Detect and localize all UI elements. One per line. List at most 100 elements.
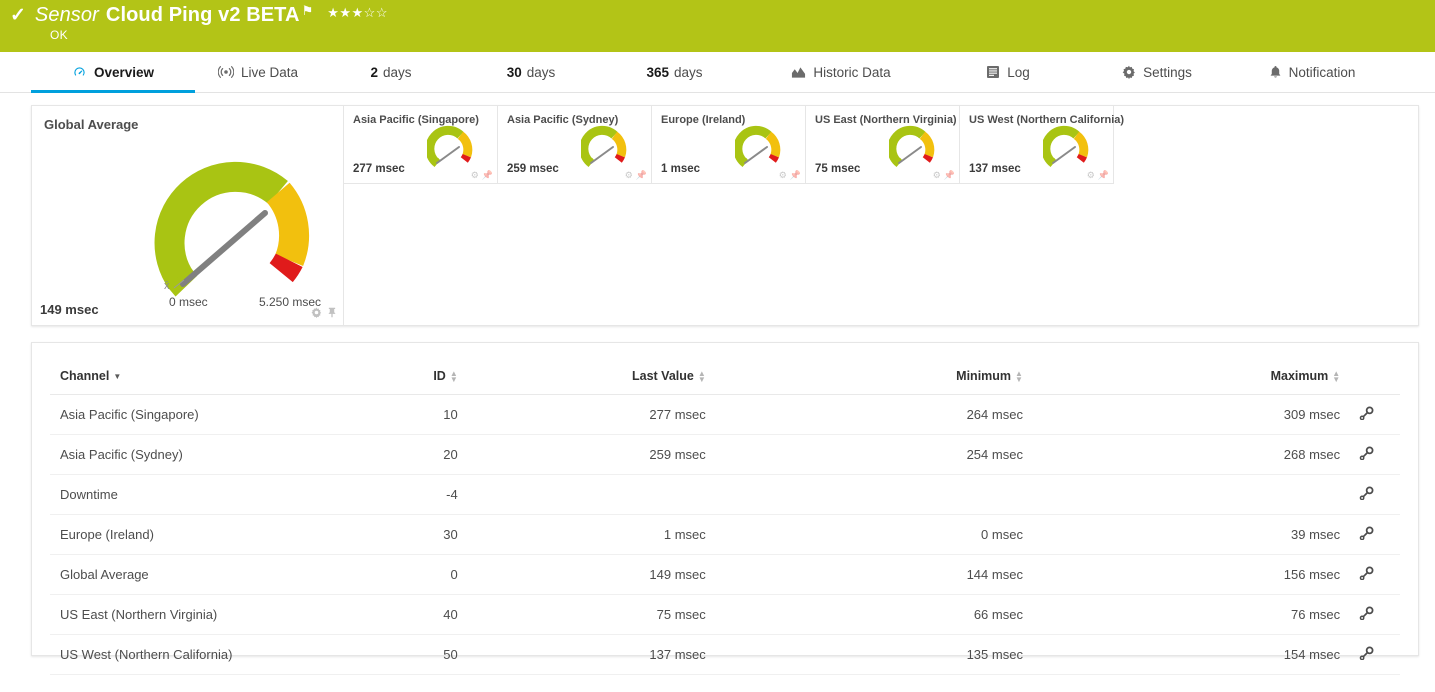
channel-settings-icon[interactable] xyxy=(1359,566,1375,583)
cell-actions[interactable] xyxy=(1340,475,1400,515)
tab-log-label: Log xyxy=(1007,65,1030,80)
cell-id: 30 xyxy=(349,515,458,555)
channel-settings-icon[interactable] xyxy=(1359,646,1375,663)
tab-overview-label: Overview xyxy=(94,65,154,80)
gauge-icon xyxy=(72,65,87,80)
column-header-id[interactable]: ID ▲▼ xyxy=(349,369,458,395)
cell-last-value: 149 msec xyxy=(458,555,706,595)
small-gauge-tools: ⚙ 📌 xyxy=(933,170,955,181)
tab-settings[interactable]: Settings xyxy=(1082,52,1232,92)
pin-icon[interactable]: 📌 xyxy=(790,170,801,181)
cell-channel: Asia Pacific (Sydney) xyxy=(50,435,349,475)
cell-channel: US West (Northern California) xyxy=(50,635,349,675)
small-gauge-asia-pacific-sydney[interactable]: Asia Pacific (Sydney) 259 msec ⚙ 📌 xyxy=(498,106,652,184)
table-row[interactable]: Europe (Ireland) 30 1 msec 0 msec 39 mse… xyxy=(50,515,1400,555)
gear-icon[interactable]: ⚙ xyxy=(625,170,633,181)
column-header-maximum[interactable]: Maximum▲▼ xyxy=(1023,369,1340,395)
pin-icon[interactable]: 📌 xyxy=(482,170,493,181)
cell-maximum: 268 msec xyxy=(1023,435,1340,475)
tab-365-days-unit: days xyxy=(674,65,703,80)
tab-30-days[interactable]: 30 days xyxy=(461,52,601,92)
small-gauge-title: Europe (Ireland) xyxy=(661,114,745,126)
page-content: Global Average x̄ 0 xyxy=(0,93,1435,656)
cell-last-value: 259 msec xyxy=(458,435,706,475)
small-gauge-europe-ireland[interactable]: Europe (Ireland) 1 msec ⚙ 📌 xyxy=(652,106,806,184)
sort-none-icon: ▲▼ xyxy=(450,371,458,383)
cell-maximum xyxy=(1023,475,1340,515)
tab-overview[interactable]: Overview xyxy=(31,52,195,92)
cell-last-value: 75 msec xyxy=(458,595,706,635)
channel-settings-icon[interactable] xyxy=(1359,526,1375,543)
gear-icon[interactable]: ⚙ xyxy=(471,170,479,181)
gear-icon[interactable]: ⚙ xyxy=(779,170,787,181)
main-gauge-dial[interactable]: x̄ xyxy=(142,128,332,303)
cell-id: 10 xyxy=(349,395,458,435)
tab-log[interactable]: Log xyxy=(934,52,1082,92)
tab-2-days[interactable]: 2 days xyxy=(321,52,461,92)
mean-marker-label: x̄ xyxy=(164,280,170,292)
tab-historic-data[interactable]: Historic Data xyxy=(748,52,934,92)
sort-desc-icon: ▼ xyxy=(113,372,121,381)
pin-icon[interactable]: 📌 xyxy=(944,170,955,181)
cell-maximum: 39 msec xyxy=(1023,515,1340,555)
tab-365-days-number: 365 xyxy=(646,65,669,80)
table-row[interactable]: Asia Pacific (Sydney) 20 259 msec 254 ms… xyxy=(50,435,1400,475)
cell-actions[interactable] xyxy=(1340,635,1400,675)
table-header-row: Channel ▼ ID ▲▼ Last Value▲▼ Minimum▲▼ Max… xyxy=(50,369,1400,395)
channel-settings-icon[interactable] xyxy=(1359,486,1375,503)
small-gauge-value: 277 msec xyxy=(353,163,405,175)
chart-icon xyxy=(791,66,806,79)
table-row[interactable]: Downtime -4 xyxy=(50,475,1400,515)
cell-minimum: 254 msec xyxy=(706,435,1023,475)
column-header-minimum[interactable]: Minimum▲▼ xyxy=(706,369,1023,395)
pin-icon[interactable]: 📌 xyxy=(636,170,647,181)
cell-minimum: 264 msec xyxy=(706,395,1023,435)
cell-maximum: 76 msec xyxy=(1023,595,1340,635)
priority-stars[interactable]: ★★★☆☆ xyxy=(327,5,388,21)
tab-notification[interactable]: Notification xyxy=(1232,52,1392,92)
tab-live-data[interactable]: Live Data xyxy=(195,52,321,92)
cell-id: 20 xyxy=(349,435,458,475)
cell-minimum: 0 msec xyxy=(706,515,1023,555)
object-kind-label: Sensor xyxy=(35,4,99,27)
small-gauge-value: 75 msec xyxy=(815,163,860,175)
table-row[interactable]: Global Average 0 149 msec 144 msec 156 m… xyxy=(50,555,1400,595)
cell-actions[interactable] xyxy=(1340,435,1400,475)
small-gauge-us-east-northern-virginia[interactable]: US East (Northern Virginia) 75 msec ⚙ 📌 xyxy=(806,106,960,184)
cell-actions[interactable] xyxy=(1340,395,1400,435)
table-row[interactable]: Asia Pacific (Singapore) 10 277 msec 264… xyxy=(50,395,1400,435)
sensor-header-bar: ✓ Sensor Cloud Ping v2 BETA ⚑ ★★★☆☆ OK xyxy=(0,0,1435,52)
gear-icon[interactable]: ⚙ xyxy=(933,170,941,181)
cell-actions[interactable] xyxy=(1340,515,1400,555)
channels-table-body: Asia Pacific (Singapore) 10 277 msec 264… xyxy=(50,395,1400,675)
tab-365-days[interactable]: 365 days xyxy=(601,52,748,92)
gear-icon[interactable]: ⚙ xyxy=(1087,170,1095,181)
pin-icon[interactable]: 📌 xyxy=(1098,170,1109,181)
tab-historic-data-label: Historic Data xyxy=(813,65,890,80)
table-row[interactable]: US East (Northern Virginia) 40 75 msec 6… xyxy=(50,595,1400,635)
small-gauge-asia-pacific-singapore[interactable]: Asia Pacific (Singapore) 277 msec ⚙ 📌 xyxy=(344,106,498,184)
channels-table: Channel ▼ ID ▲▼ Last Value▲▼ Minimum▲▼ Max… xyxy=(50,369,1400,675)
gear-icon[interactable] xyxy=(311,307,322,321)
channel-settings-icon[interactable] xyxy=(1359,406,1375,423)
small-gauge-us-west-northern-california[interactable]: US West (Northern California) 137 msec ⚙… xyxy=(960,106,1114,184)
cell-actions[interactable] xyxy=(1340,555,1400,595)
column-header-channel-label: Channel xyxy=(60,369,109,383)
channel-settings-icon[interactable] xyxy=(1359,606,1375,623)
cell-id: 50 xyxy=(349,635,458,675)
status-badge: OK xyxy=(50,28,68,42)
log-icon xyxy=(986,65,1000,79)
small-gauge-dial xyxy=(1043,122,1095,172)
tab-2-days-number: 2 xyxy=(370,65,378,80)
cell-id: -4 xyxy=(349,475,458,515)
sensor-header-title-row: ✓ Sensor Cloud Ping v2 BETA ⚑ ★★★☆☆ xyxy=(10,0,1435,28)
column-header-id-label: ID xyxy=(433,369,446,383)
table-row[interactable]: US West (Northern California) 50 137 mse… xyxy=(50,635,1400,675)
cell-actions[interactable] xyxy=(1340,595,1400,635)
cell-id: 0 xyxy=(349,555,458,595)
flag-icon[interactable]: ⚑ xyxy=(302,3,314,19)
column-header-last-value[interactable]: Last Value▲▼ xyxy=(458,369,706,395)
pin-icon[interactable] xyxy=(327,307,337,321)
column-header-channel[interactable]: Channel ▼ xyxy=(50,369,349,395)
channel-settings-icon[interactable] xyxy=(1359,446,1375,463)
